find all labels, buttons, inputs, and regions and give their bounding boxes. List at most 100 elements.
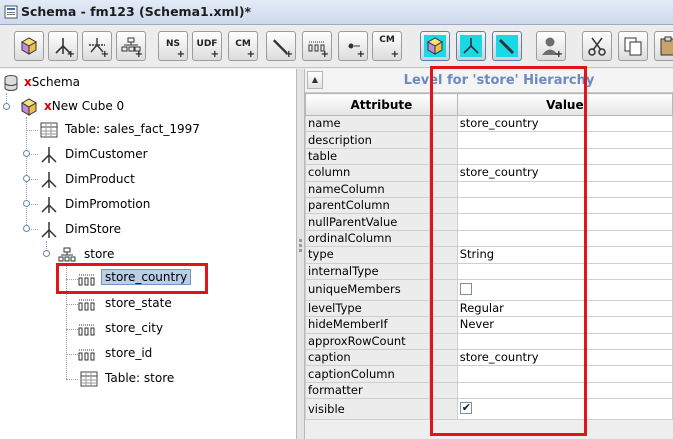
schema-tree[interactable]: xSchema xNew Cube 0 Table: sales_fact_19… — [0, 69, 297, 439]
tree-node-table[interactable]: Table: store — [78, 369, 258, 389]
attr-name: formatter — [305, 381, 430, 400]
add-named-set-button[interactable]: NS + — [158, 31, 188, 61]
expand-toggle[interactable] — [23, 150, 30, 157]
attr-name: visible — [305, 398, 430, 421]
add-virtual-dimension-button[interactable] — [456, 31, 486, 61]
add-udf-button[interactable]: UDF + — [192, 31, 222, 61]
error-mark: x — [44, 99, 52, 113]
tree-node-label: DimProduct — [65, 172, 135, 186]
plus-icon: + — [390, 49, 399, 60]
tree-node-cube[interactable]: xNew Cube 0 — [18, 97, 218, 117]
tree-node-label: store_city — [105, 321, 164, 335]
expand-toggle[interactable] — [23, 200, 30, 207]
tree-node-schema[interactable]: xSchema — [0, 73, 200, 93]
tree-node-dimension[interactable]: DimPromotion — [38, 195, 238, 215]
tree-node-label: DimCustomer — [65, 147, 148, 161]
add-role-button[interactable]: + — [536, 31, 566, 61]
tree-node-dimension[interactable]: DimCustomer — [38, 145, 238, 165]
tree-node-label: Table: store — [105, 371, 175, 385]
plus-icon: + — [210, 49, 219, 60]
plus-icon: + — [176, 49, 185, 60]
tree-node-label: DimPromotion — [65, 197, 151, 211]
attr-name: caption — [305, 349, 430, 367]
pane-splitter[interactable] — [297, 69, 305, 439]
add-dimension-button[interactable]: + — [48, 31, 78, 61]
add-level-button[interactable]: + — [302, 31, 332, 61]
table-icon — [80, 371, 98, 387]
udf-icon: UDF — [196, 39, 218, 49]
add-dimension-usage-button[interactable]: + — [82, 31, 112, 61]
attr-name: nameColumn — [305, 180, 430, 198]
window-title: Schema - fm123 (Schema1.xml)* — [21, 4, 252, 19]
tree-node-table[interactable]: Table: sales_fact_1997 — [38, 120, 258, 140]
copy-icon — [624, 37, 642, 56]
plus-icon: + — [100, 49, 109, 60]
paste-button[interactable] — [654, 31, 673, 61]
tree-line — [26, 130, 38, 131]
expand-toggle[interactable] — [23, 175, 30, 182]
tree-node-level[interactable]: store_id — [78, 344, 228, 364]
expand-toggle[interactable] — [3, 103, 10, 110]
level-icon — [78, 324, 95, 336]
add-cube-button[interactable] — [14, 31, 44, 61]
attr-name: ordinalColumn — [305, 229, 430, 248]
add-property-button[interactable]: + — [338, 31, 368, 61]
plus-icon: + — [246, 49, 255, 60]
virtual-cube-icon — [424, 35, 446, 57]
attr-name: type — [305, 246, 430, 264]
tree-node-level[interactable]: store_state — [78, 294, 228, 314]
attr-name: description — [305, 131, 430, 149]
plus-icon: + — [554, 49, 563, 60]
attr-name: captionColumn — [305, 365, 430, 383]
tree-node-label: New Cube 0 — [51, 99, 125, 113]
tree-node-label: Schema — [31, 75, 80, 89]
named-set-icon: NS — [165, 39, 180, 49]
dimension-icon — [41, 172, 57, 188]
plus-icon: + — [134, 49, 143, 60]
add-calculated-member-button[interactable]: CM + — [228, 31, 258, 61]
attr-name: table — [305, 147, 430, 166]
dimension-icon — [41, 147, 57, 163]
add-virtual-cube-button[interactable] — [420, 31, 450, 61]
attr-name: uniqueMembers — [305, 278, 430, 301]
level-icon — [78, 299, 95, 311]
add-measure-button[interactable]: + — [266, 31, 296, 61]
tree-node-label: DimStore — [65, 222, 121, 236]
virtual-measure-icon — [496, 35, 518, 57]
cube-icon — [20, 37, 38, 55]
attr-name: column — [305, 164, 430, 182]
expand-toggle[interactable] — [23, 225, 30, 232]
add-hierarchy-button[interactable]: + — [116, 31, 146, 61]
table-icon — [40, 122, 58, 138]
dimension-icon — [41, 197, 57, 213]
tree-node-dimension[interactable]: DimStore — [38, 220, 238, 240]
tree-node-label: Table: sales_fact_1997 — [65, 122, 200, 136]
tree-line — [66, 354, 78, 355]
add-virtual-measure-button[interactable] — [492, 31, 522, 61]
add-cm-property-button[interactable]: CM + — [372, 31, 402, 61]
scissors-icon — [588, 37, 606, 56]
app-icon — [4, 5, 18, 19]
toolbar: + + + NS + UDF + CM + + + + CM + + — [0, 26, 673, 68]
attr-name: hideMemberIf — [305, 316, 430, 334]
cut-button[interactable] — [582, 31, 612, 61]
property-pane: ▲ Level for 'store' Hierarchy Attribute … — [305, 66, 673, 439]
tree-node-label: store — [84, 247, 115, 261]
error-mark: x — [24, 75, 32, 89]
plus-icon: + — [320, 49, 329, 60]
tree-node-level[interactable]: store_city — [78, 319, 228, 339]
tree-node-label: store_id — [105, 346, 153, 360]
highlight-box — [56, 263, 208, 294]
tree-node-dimension[interactable]: DimProduct — [38, 170, 238, 190]
tree-node-label: store_state — [105, 296, 172, 310]
paste-icon — [660, 36, 673, 56]
expand-toggle[interactable] — [43, 250, 50, 257]
attr-name: approxRowCount — [305, 332, 430, 351]
tree-node-hierarchy[interactable]: store — [56, 245, 256, 265]
tree-line — [66, 304, 78, 305]
plus-icon: + — [66, 49, 75, 60]
plus-icon: + — [284, 49, 293, 60]
copy-button[interactable] — [618, 31, 648, 61]
cm-property-icon: CM — [379, 35, 395, 45]
title-bar: Schema - fm123 (Schema1.xml)* — [0, 0, 673, 25]
